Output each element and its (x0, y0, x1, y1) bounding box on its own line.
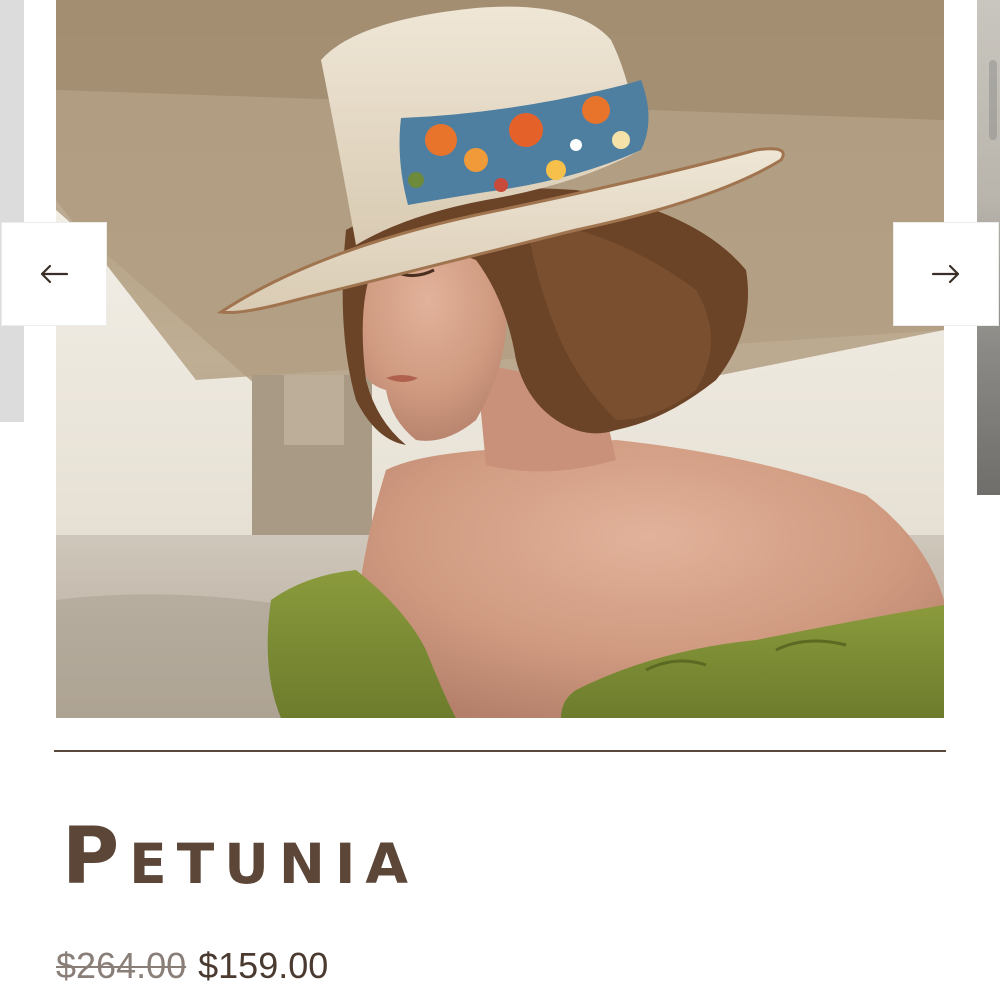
carousel-next-button[interactable] (893, 222, 999, 326)
product-image[interactable] (56, 0, 944, 718)
original-price: $264.00 (56, 945, 187, 986)
product-title: Petunia (62, 812, 418, 902)
section-divider (54, 750, 946, 752)
arrow-right-icon (931, 264, 961, 284)
product-page: Petunia $264.00 $159.00 (0, 0, 1000, 1000)
scrollbar-thumb[interactable] (989, 60, 997, 140)
product-photo (56, 0, 944, 718)
arrow-left-icon (39, 264, 69, 284)
previous-slide-peek[interactable] (0, 0, 24, 422)
sale-price: $159.00 (198, 945, 329, 986)
scrollbar[interactable] (986, 0, 1000, 1000)
carousel-prev-button[interactable] (1, 222, 107, 326)
price-row: $264.00 $159.00 (56, 944, 328, 988)
